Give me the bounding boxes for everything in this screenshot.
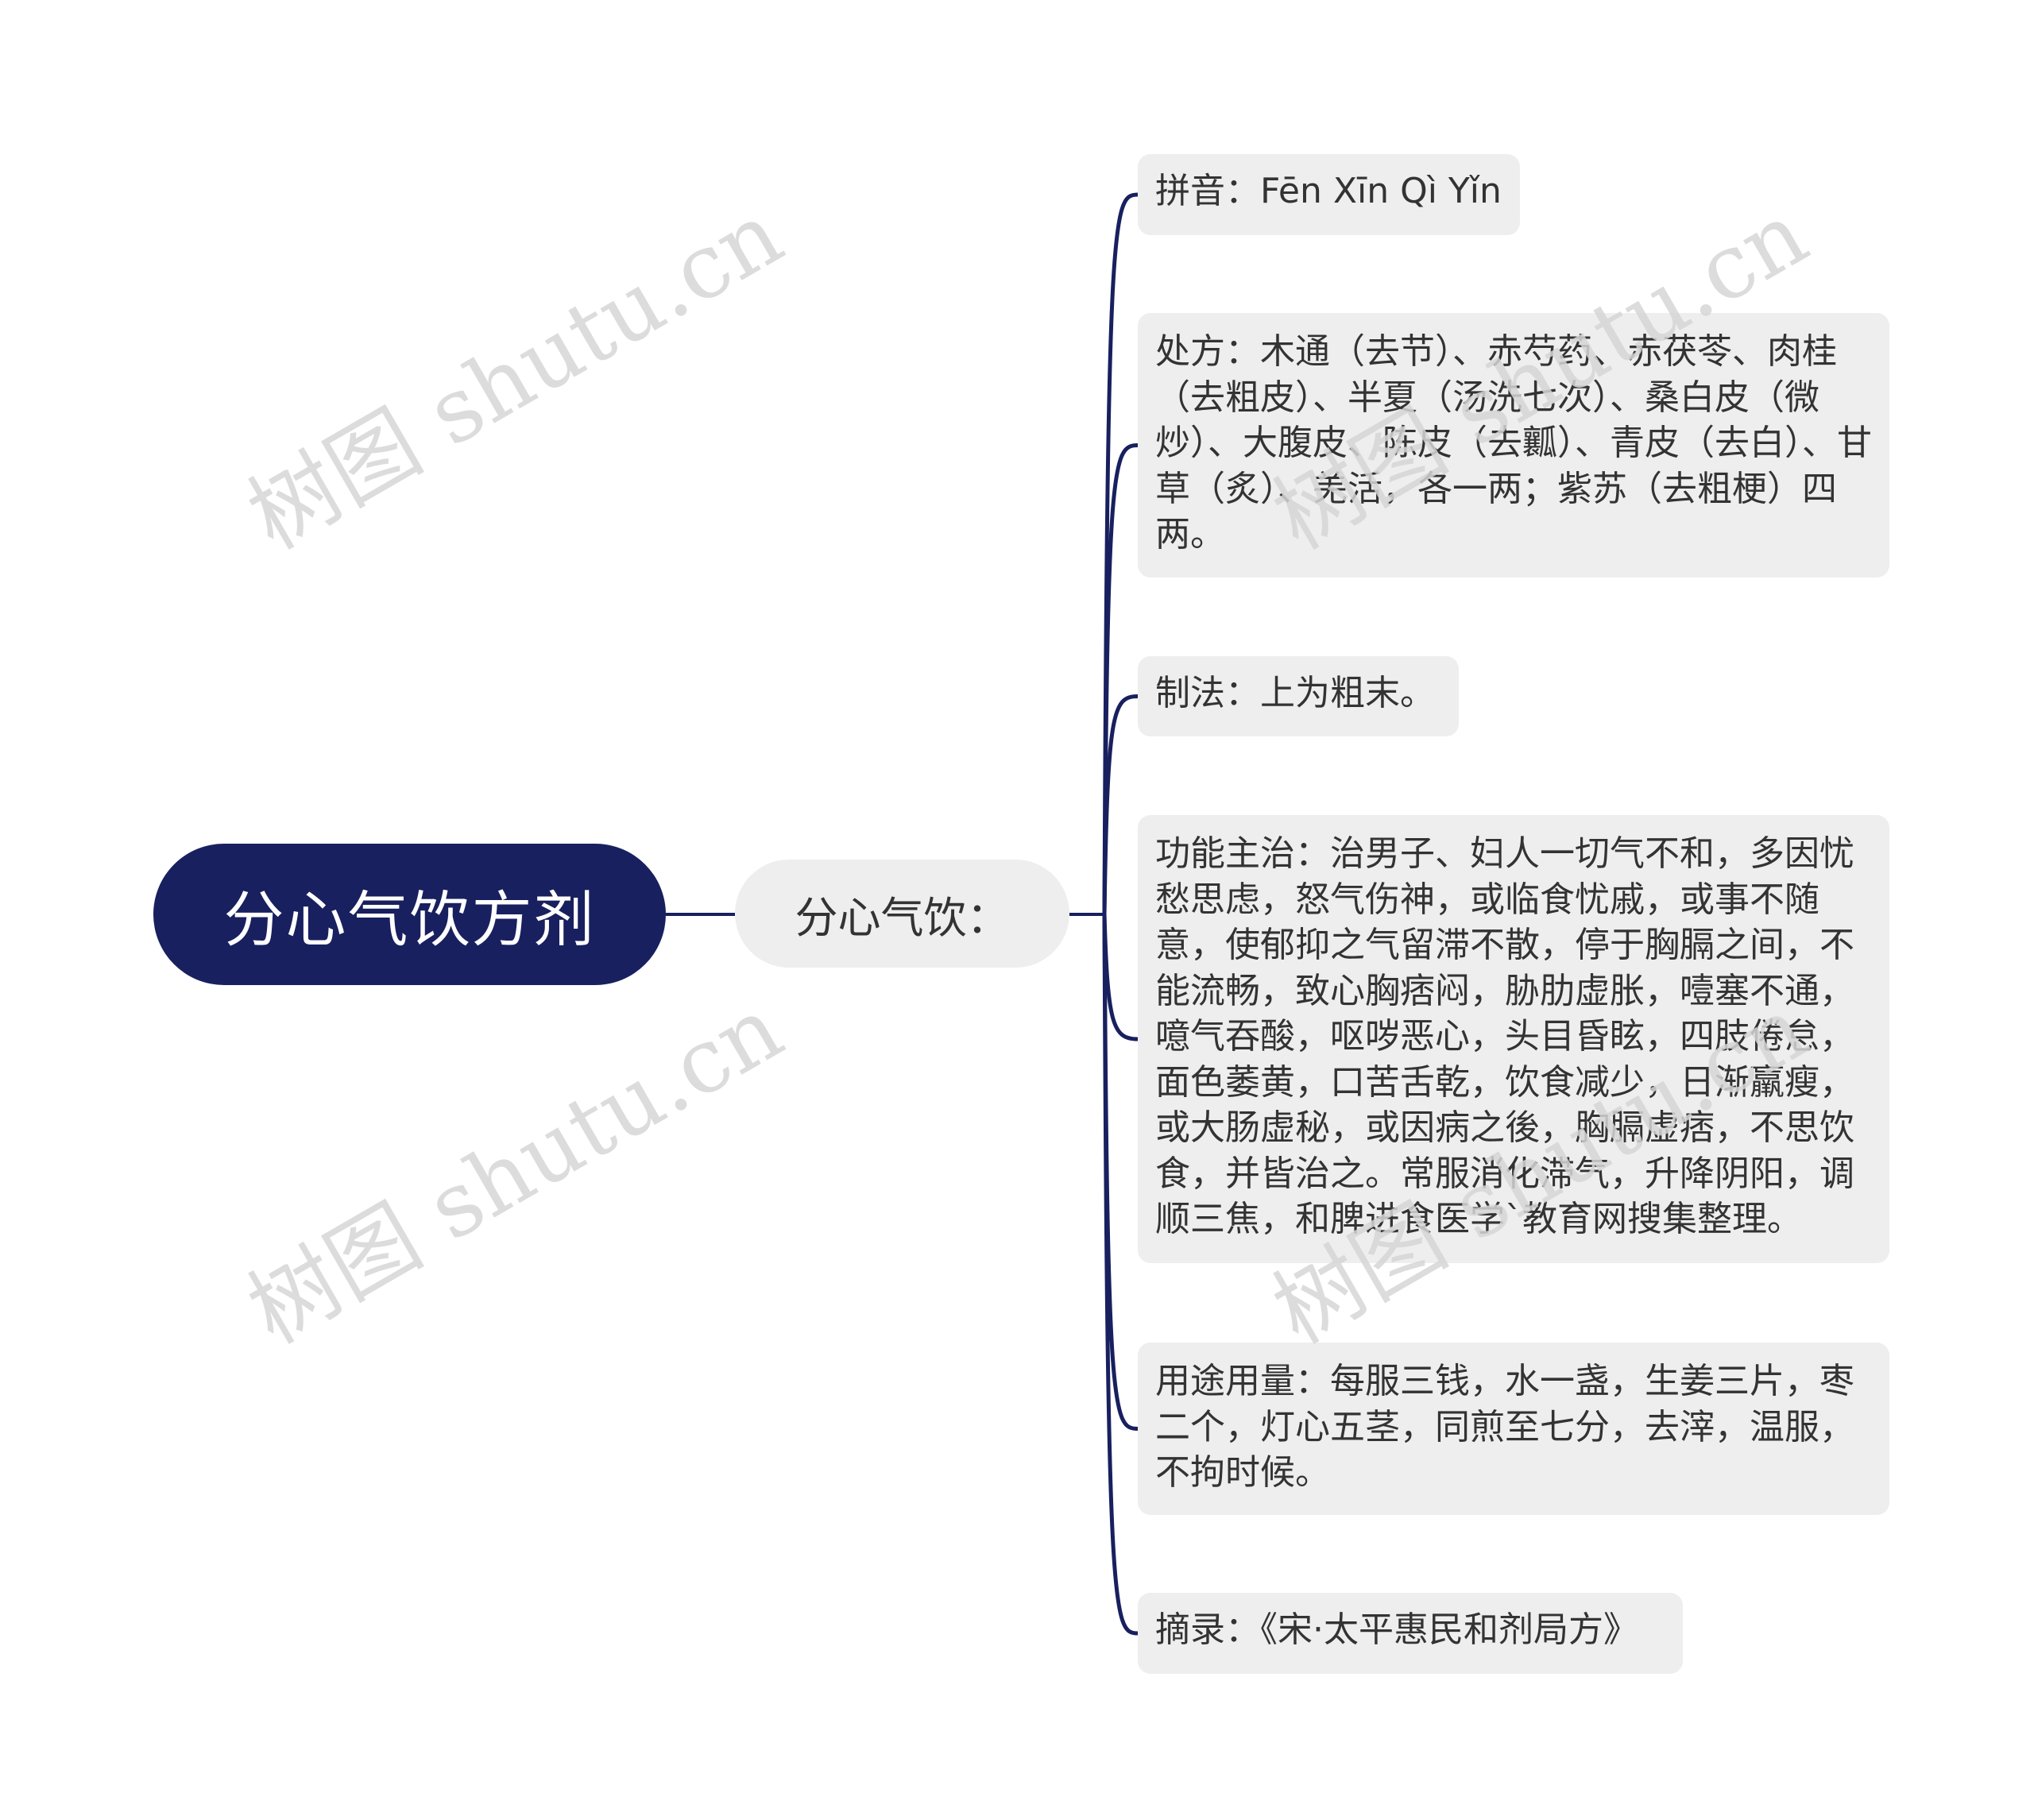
leaf-node-source[interactable]: 摘录：《宋·太平惠民和剂局方》 [1138,1593,1683,1674]
leaf-node-preparation[interactable]: 制法：上为粗末。 [1138,656,1459,736]
leaf-usage-text: 用途用量：每服三钱，水一盏，生姜三片，枣二个，灯心五茎，同煎至七分，去滓，温服，… [1155,1361,1854,1493]
leaf-pinyin-text: 拼音：Fēn Xīn Qì Yǐn [1155,171,1502,211]
root-node-label: 分心气饮方剂 [223,884,596,955]
leaf-node-indications[interactable]: 功能主治：治男子、妇人一切气不和，多因忧愁思虑，怒气伤神，或临食忧戚，或事不随意… [1138,815,1889,1263]
leaf-preparation-text: 制法：上为粗末。 [1155,673,1435,713]
middle-node[interactable]: 分心气饮： [735,860,1069,968]
leaf-node-prescription[interactable]: 处方：木通（去节）、赤芍药、赤茯苓、肉桂（去粗皮）、半夏（汤洗七次）、桑白皮（微… [1138,313,1889,578]
leaf-node-usage[interactable]: 用途用量：每服三钱，水一盏，生姜三片，枣二个，灯心五茎，同煎至七分，去滓，温服，… [1138,1343,1889,1515]
branch-connector-indications [1102,914,1139,1041]
mind-map-canvas: 分心气饮方剂 分心气饮： 拼音：Fēn Xīn Qì Yǐn 处方：木通（去节）… [0,0,2034,1820]
leaf-node-pinyin[interactable]: 拼音：Fēn Xīn Qì Yǐn [1138,154,1520,235]
branch-connector-preparation [1102,694,1139,915]
leaf-source-text: 摘录：《宋·太平惠民和剂局方》 [1155,1609,1638,1650]
leaf-indications-text: 功能主治：治男子、妇人一切气不和，多因忧愁思虑，怒气伤神，或临食忧戚，或事不随意… [1155,833,1854,1239]
root-node[interactable]: 分心气饮方剂 [153,844,666,985]
leaf-prescription-text: 处方：木通（去节）、赤芍药、赤茯苓、肉桂（去粗皮）、半夏（汤洗七次）、桑白皮（微… [1155,331,1872,555]
middle-node-label: 分心气饮： [795,892,1010,943]
branch-connector-prescription [1102,443,1139,915]
